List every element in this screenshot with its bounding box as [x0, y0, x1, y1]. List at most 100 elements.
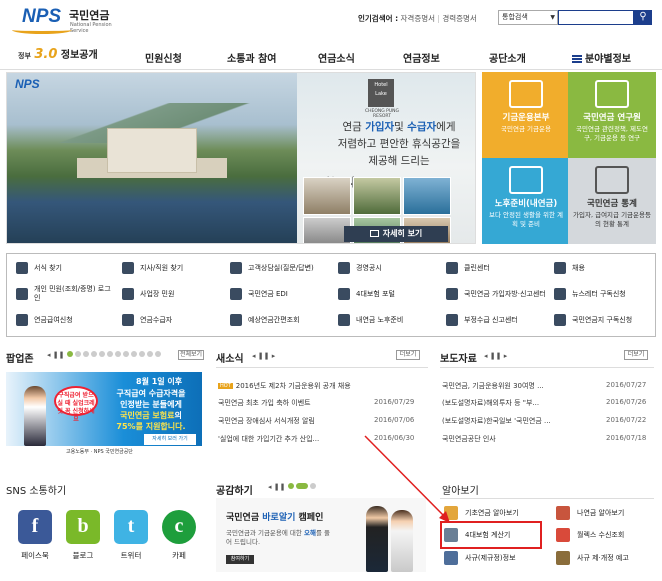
tile-fund-management[interactable]: 기금운용본부 국민연금 기금운용 [482, 72, 570, 158]
pager-dot[interactable] [82, 351, 89, 357]
learn-receipt-inquiry[interactable]: 월렉스 수신조회 [556, 524, 624, 546]
nps-logo[interactable]: NPS 국민연금 National Pension Service [12, 6, 122, 34]
pager-dot[interactable] [90, 351, 97, 357]
tile-statistics[interactable]: 국민연금 통계 가입자, 급여지급 기금운용등의 현황 통계 [568, 158, 656, 244]
news-item[interactable]: 국민연금 최초 가입 축하 이벤트 [218, 398, 348, 408]
popup-detail-button[interactable]: 자세히 보러 가기 [144, 434, 196, 445]
pager-dot[interactable] [66, 351, 73, 357]
blog-icon[interactable]: b [66, 510, 100, 544]
credit-badge: 구직급여 받으실 때 실업크레딧 꼭 신청하세요 [54, 386, 98, 423]
press-date: 2016/07/18 [606, 434, 647, 442]
campaign-banner[interactable]: 국민연금 바로알기 캠페인 국민연금과 기금운용에 대한 오해를 풀어 드립니다… [216, 498, 426, 572]
gonggam-pager[interactable]: ◂ ❚❚ [268, 483, 318, 491]
quick-link-recipients[interactable]: 연금수급자 [122, 308, 172, 332]
news-item[interactable]: '실업에 대한 가입기간 추가 산입... [218, 434, 348, 444]
press-item[interactable]: 국민연금, 기금운용위원 30여명 ... [442, 381, 570, 391]
twitter-icon[interactable]: t [114, 510, 148, 544]
quick-link-estimate[interactable]: 예상연금간편조회 [230, 308, 300, 332]
learn-rules-notice[interactable]: 사규 제·개정 예고 [556, 547, 629, 569]
pager-dot[interactable] [114, 351, 121, 357]
popular-keyword[interactable]: 경력증명서 [442, 14, 477, 23]
nav-category-menu[interactable]: 분야별정보 [572, 50, 631, 65]
news-pager[interactable]: ◂ ❚❚ ▸ [252, 352, 275, 360]
press-item[interactable]: 국민연금공단 인사 [442, 434, 570, 444]
quick-link-newsletter[interactable]: 뉴스레터 구독신청 [554, 282, 626, 306]
press-date: 2016/07/22 [606, 416, 647, 424]
learn-my-pension[interactable]: 나연금 알아보기 [556, 502, 624, 524]
campaign-join-button[interactable]: 참여하기 [226, 555, 254, 564]
search-scope-select[interactable]: 통합검색 [498, 10, 558, 25]
building-icon [122, 288, 134, 300]
hand-icon [16, 314, 28, 326]
quick-link-clean-center[interactable]: 클린센터 [446, 256, 490, 280]
quick-link-my-pension[interactable]: 내연금 노후준비 [338, 308, 403, 332]
press-item[interactable]: (보도설명자료)해외투자 등 "부... [442, 398, 570, 408]
facebook-label[interactable]: 페이스북 [15, 550, 55, 561]
quick-link-label: 연금급여신청 [34, 316, 73, 324]
blog-label[interactable]: 블로그 [63, 550, 103, 561]
banner-more-button[interactable]: 자세히 보기 [344, 226, 448, 242]
tile-retirement-prep[interactable]: 노후준비(내연금) 보다 안정된 생활을 위한 계획 및 준비 [482, 158, 570, 244]
nav-civil-petition[interactable]: 민원신청 [145, 50, 182, 65]
recycle-icon [446, 262, 458, 274]
search-button[interactable]: ⚲ [634, 10, 652, 25]
news-more-button[interactable]: 더보기 [396, 350, 420, 360]
popupzone-banner[interactable]: 구직급여 받으실 때 실업크레딧 꼭 신청하세요 8월 1일 이후 구직급여 수… [6, 372, 202, 458]
pager-dot[interactable] [98, 351, 105, 357]
news-item[interactable]: HOT 2016년도 제2차 기금운용위 공개 채용 [218, 381, 418, 391]
popular-keyword[interactable]: 자격증명서 [401, 14, 436, 23]
pager-dot[interactable] [138, 351, 145, 357]
pager-dot[interactable] [130, 351, 137, 357]
nav-label: 분야별정보 [585, 54, 631, 65]
quick-link-magazine[interactable]: 국민연금지 구독신청 [554, 308, 632, 332]
tile-desc: 가입자, 급여지급 기금운용등의 현황 통계 [573, 211, 651, 228]
news-title: 새소식 [216, 354, 244, 365]
search-input[interactable] [558, 10, 634, 25]
nav-about[interactable]: 공단소개 [489, 50, 526, 65]
nav-pension-info[interactable]: 연금정보 [403, 50, 440, 65]
nav-pension-news[interactable]: 연금소식 [318, 50, 355, 65]
popupzone-all-button[interactable]: 전체보기 [178, 350, 204, 360]
press-pager[interactable]: ◂ ❚❚ ▸ [484, 352, 507, 360]
quick-link-label: 클린센터 [464, 264, 490, 272]
tile-desc: 국민연금 관련정책, 제도연구, 기금운용 등 연구 [576, 125, 648, 142]
campaign-title: 국민연금 바로알기 캠페인 [226, 513, 324, 523]
quick-link-recruit[interactable]: 채용 [554, 256, 585, 280]
tile-research-institute[interactable]: 국민연금 연구원 국민연금 관련정책, 제도연구, 기금운용 등 연구 [568, 72, 656, 158]
facebook-icon[interactable]: f [18, 510, 52, 544]
pager-dot[interactable] [146, 351, 153, 357]
logo-text: NPS [22, 6, 62, 27]
bar-chart-icon [338, 262, 350, 274]
learn-rules[interactable]: 사규(제규정)정보 [444, 547, 516, 569]
main-banner[interactable]: NPS Hotel Lake CHEONG PUNG RESORT 연금 가입자… [6, 72, 476, 244]
quick-link-branch[interactable]: 지사/직원 찾기 [122, 256, 183, 280]
quick-link-forms[interactable]: 서식 찾기 [16, 256, 62, 280]
computer-icon [230, 288, 242, 300]
twitter-label[interactable]: 트위터 [111, 550, 151, 561]
pager-dot[interactable] [106, 351, 113, 357]
press-more-button[interactable]: 더보기 [624, 350, 648, 360]
cafe-label[interactable]: 카페 [159, 550, 199, 561]
location-pin-icon [122, 262, 134, 274]
nav-communication[interactable]: 소통과 참여 [227, 50, 276, 65]
divider [216, 367, 428, 368]
pager-dot[interactable] [154, 351, 161, 357]
quick-link-disclosure[interactable]: 경영공시 [338, 256, 382, 280]
news-item[interactable]: 국민연금 장애심사 서식개정 알림 [218, 416, 348, 426]
quick-link-4insurance[interactable]: 4대보험 포털 [338, 282, 395, 306]
pager-dot[interactable] [122, 351, 129, 357]
quick-link-report-center[interactable]: 국민연금 가입자방·신고센터 [446, 282, 546, 306]
press-item[interactable]: (보도설명자료)한국일보 '국민연금 ... [442, 416, 570, 426]
search-icon: ⚲ [639, 11, 647, 22]
cafe-icon[interactable]: c [162, 510, 196, 544]
quick-link-workplace[interactable]: 사업장 민원 [122, 282, 174, 306]
quick-link-customer-center[interactable]: 고객상담실(질문/답변) [230, 256, 314, 280]
monitor-icon [369, 230, 379, 237]
prev-icon[interactable]: ◂ ❚❚ [47, 351, 64, 359]
quick-link-benefit-apply[interactable]: 연금급여신청 [16, 308, 73, 332]
quick-link-edi[interactable]: 국민연금 EDI [230, 282, 288, 306]
quick-link-fraud-report[interactable]: 부정수급 신고센터 [446, 308, 518, 332]
nav-info-disclosure[interactable]: 정부 3.0 정보공개 [18, 46, 98, 62]
quick-link-personal-login[interactable]: 개인 민원(조회/증명) 로그인 [16, 282, 116, 306]
pager-dot[interactable] [74, 351, 81, 357]
